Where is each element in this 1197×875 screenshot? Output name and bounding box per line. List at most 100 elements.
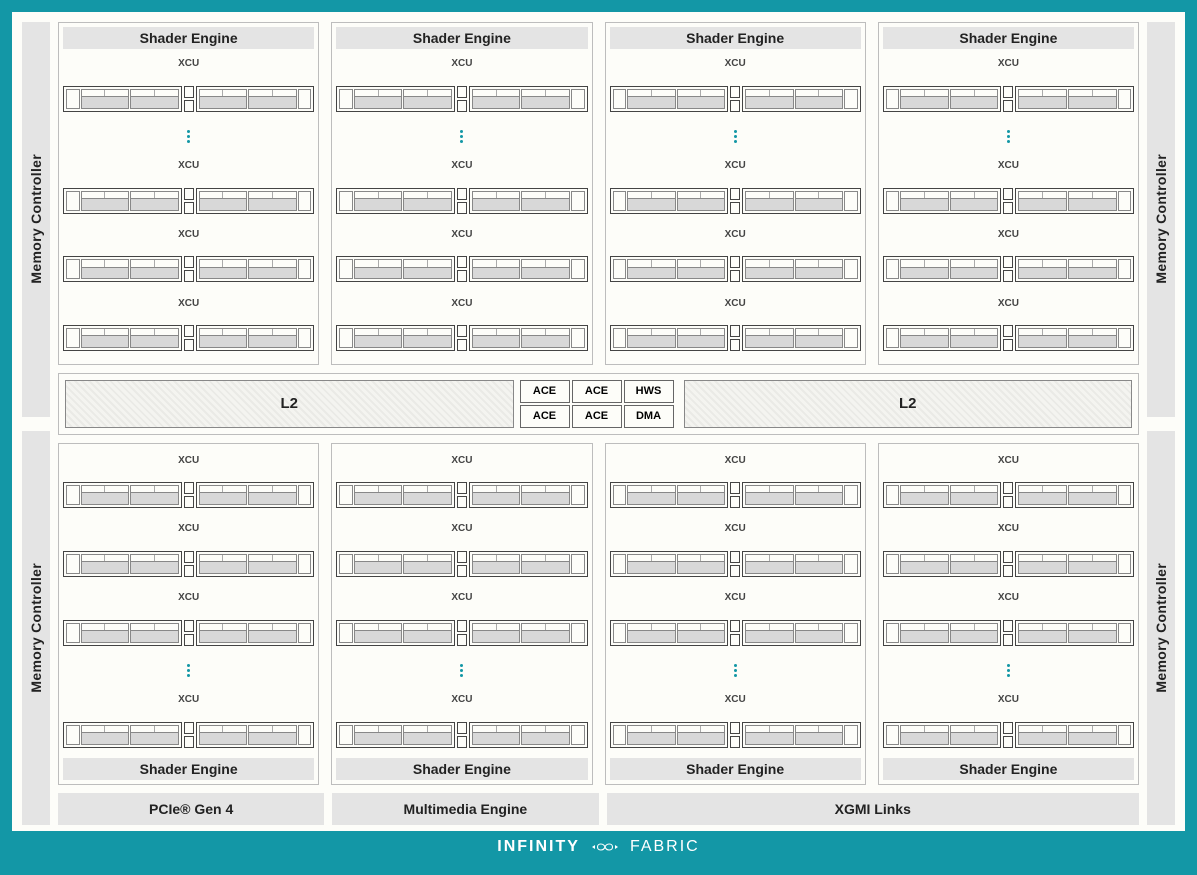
xcu-block (63, 551, 314, 577)
xcu-block (63, 482, 314, 508)
shader-engine-row-top: Shader Engine XCU XCU (58, 22, 1139, 365)
xcu-block (63, 325, 314, 351)
memory-controller: Memory Controller (1147, 431, 1175, 826)
xcu-label: XCU (63, 456, 314, 466)
shader-engine-title: Shader Engine (63, 758, 314, 780)
infinity-icon (590, 838, 620, 856)
xcu-block (336, 86, 587, 112)
memory-controller-column-left: Memory Controller Memory Controller (22, 22, 50, 825)
shader-engine-title: Shader Engine (63, 27, 314, 49)
xcu-block (883, 551, 1134, 577)
xcu-stack: XCU XCU XCU XCU (883, 51, 1134, 360)
hws-block: HWS (624, 380, 674, 403)
xcu-block (610, 256, 861, 282)
pcie-block: PCIe® Gen 4 (58, 793, 324, 825)
xcu-block (336, 620, 587, 646)
memory-controller-label: Memory Controller (1153, 154, 1169, 284)
xcu-label: XCU (883, 59, 1134, 69)
shader-engine: XCU XCU XCU XCU Shader Engine (878, 443, 1139, 786)
xcu-label: XCU (336, 695, 587, 705)
xcu-block (63, 722, 314, 748)
xcu-label: XCU (63, 230, 314, 240)
memory-controller-column-right: Memory Controller Memory Controller (1147, 22, 1175, 825)
xcu-label: XCU (336, 59, 587, 69)
xcu-block (610, 551, 861, 577)
ellipsis-icon (336, 128, 587, 145)
memory-controller-label: Memory Controller (1153, 563, 1169, 693)
xcu-stack: XCU XCU (63, 51, 314, 360)
xcu-label: XCU (610, 230, 861, 240)
xcu-label: XCU (610, 456, 861, 466)
xcu-label: XCU (610, 593, 861, 603)
xcu-block (883, 256, 1134, 282)
main-layout: Memory Controller Memory Controller Shad… (12, 12, 1185, 831)
infinity-fabric-footer: INFINITY FABRIC (12, 831, 1185, 863)
xcu-block (610, 722, 861, 748)
multimedia-engine-block: Multimedia Engine (332, 793, 598, 825)
xcu-label: XCU (63, 161, 314, 171)
command-processors: ACE ACE HWS ACE ACE DMA (520, 380, 678, 428)
xcu-label: XCU (336, 456, 587, 466)
shader-engine-title: Shader Engine (883, 27, 1134, 49)
xcu-label: XCU (610, 695, 861, 705)
ellipsis-icon (63, 662, 314, 679)
shader-engine: XCU XCU XCU XCU Shader Engine (331, 443, 592, 786)
xcu-block (883, 325, 1134, 351)
xcu-block (336, 482, 587, 508)
shader-engine-title: Shader Engine (610, 27, 861, 49)
xcu-label: XCU (883, 593, 1134, 603)
ace-block: ACE (520, 380, 570, 403)
ellipsis-icon (883, 128, 1134, 145)
ellipsis-icon (610, 662, 861, 679)
xcu-stack: XCU XCU XCU XCU (336, 448, 587, 757)
shader-engine-title: Shader Engine (336, 758, 587, 780)
xcu-stack: XCU XCU XCU XCU (63, 448, 314, 757)
compute-area: Shader Engine XCU XCU (58, 22, 1139, 825)
xcu-label: XCU (610, 161, 861, 171)
shader-engine: XCU XCU XCU XCU Shader Engine (58, 443, 319, 786)
xcu-stack: XCU XCU XCU XCU (336, 51, 587, 360)
xcu-label: XCU (883, 524, 1134, 534)
memory-controller-label: Memory Controller (28, 563, 44, 693)
xcu-block (63, 256, 314, 282)
xcu-stack: XCU XCU XCU XCU (610, 51, 861, 360)
xcu-block (610, 620, 861, 646)
memory-controller-label: Memory Controller (28, 154, 44, 284)
xcu-block (610, 482, 861, 508)
xcu-block (883, 188, 1134, 214)
dma-block: DMA (624, 405, 674, 428)
shader-engine-title: Shader Engine (883, 758, 1134, 780)
xcu-label: XCU (336, 299, 587, 309)
xcu-label: XCU (63, 593, 314, 603)
shader-engine: Shader Engine XCU XCU XCU XCU (331, 22, 592, 365)
xcu-block (610, 325, 861, 351)
l2-cache: L2 (65, 380, 514, 428)
xcu-label: XCU (63, 299, 314, 309)
xcu-label: XCU (63, 59, 314, 69)
xcu-label: XCU (883, 695, 1134, 705)
shader-engine: Shader Engine XCU XCU (58, 22, 319, 365)
shader-engine: Shader Engine XCU XCU XCU XCU (605, 22, 866, 365)
xcu-block (883, 86, 1134, 112)
xcu-block (63, 86, 314, 112)
xcu-block (336, 325, 587, 351)
xcu-label: XCU (883, 456, 1134, 466)
xcu-label: XCU (63, 524, 314, 534)
xcu-block (883, 722, 1134, 748)
memory-controller: Memory Controller (1147, 22, 1175, 417)
xcu-block (63, 620, 314, 646)
xcu-block (336, 256, 587, 282)
xcu-block (883, 482, 1134, 508)
xcu-label: XCU (883, 299, 1134, 309)
xcu-block (610, 86, 861, 112)
ellipsis-icon (336, 662, 587, 679)
ellipsis-icon (610, 128, 861, 145)
xcu-label: XCU (610, 524, 861, 534)
ace-block: ACE (520, 405, 570, 428)
footer-brand-right: FABRIC (630, 838, 700, 856)
xgmi-links-block: XGMI Links (607, 793, 1140, 825)
ellipsis-icon (63, 128, 314, 145)
shader-engine: XCU XCU XCU XCU Shader Engine (605, 443, 866, 786)
footer-brand-left: INFINITY (497, 838, 580, 856)
xcu-label: XCU (610, 299, 861, 309)
